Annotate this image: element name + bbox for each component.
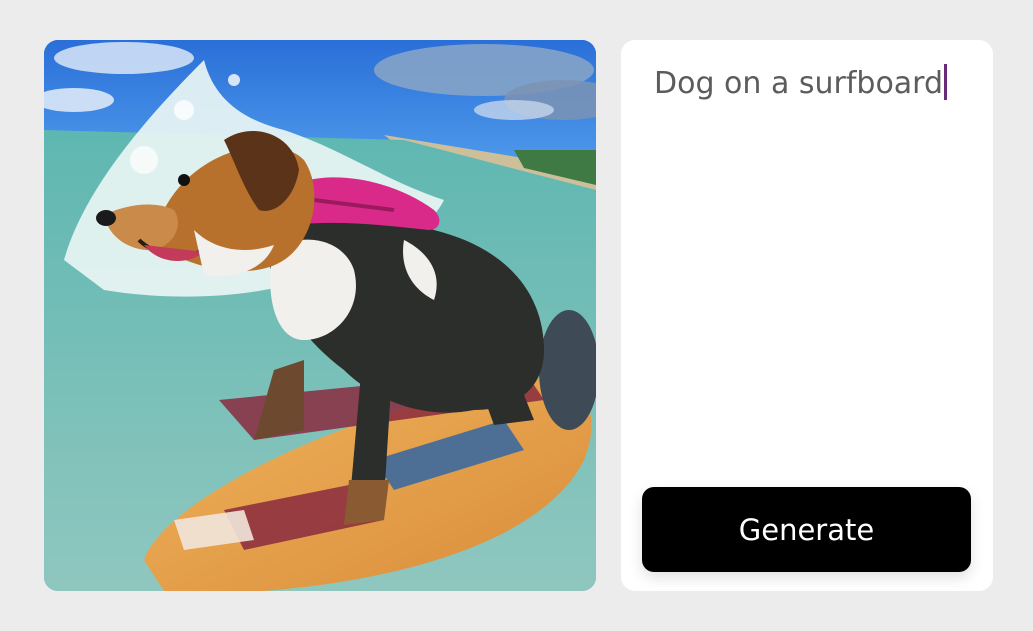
- prompt-panel: Dog on a surfboard Generate: [621, 40, 993, 591]
- generate-button[interactable]: Generate: [642, 487, 971, 572]
- prompt-input[interactable]: Dog on a surfboard: [654, 62, 964, 106]
- app-stage: Dog on a surfboard Generate: [0, 0, 1033, 631]
- prompt-text: Dog on a surfboard: [654, 66, 944, 101]
- generated-image: [44, 40, 596, 591]
- text-caret: [944, 64, 948, 100]
- dog-surfing-illustration: [44, 40, 596, 591]
